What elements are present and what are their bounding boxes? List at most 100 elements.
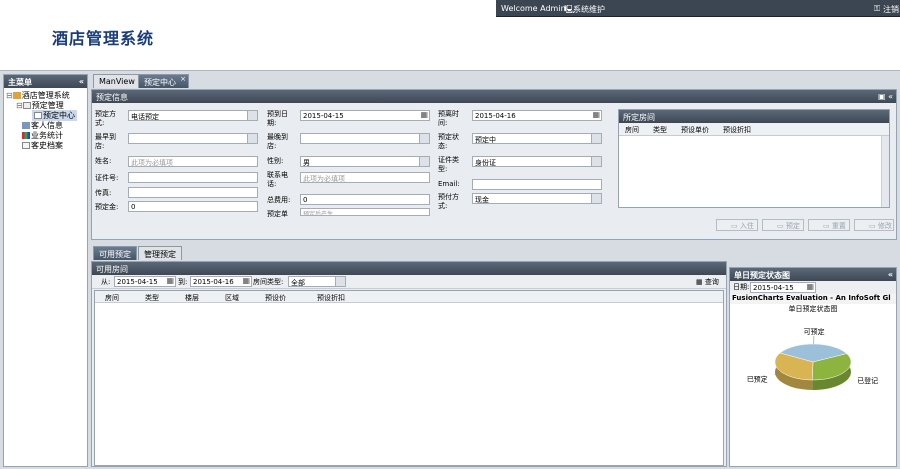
reset-button[interactable]: ▭ 重置 (808, 219, 850, 231)
booked-rooms-header: 房间 类型 预设单价 预设折扣 (619, 123, 889, 136)
sidebar-header: 主菜单 « (4, 75, 87, 88)
label-leave: 预离时间: (438, 110, 459, 127)
booking-panel: 预定信息 ▣ « 预定方式: 电话预定 最早到店: 姓名: 此项为必填项 证件号… (91, 89, 897, 240)
label-email: Email: (438, 180, 460, 188)
label-room-type: 房间类型: (253, 278, 284, 286)
book-icon: ▭ (777, 222, 784, 230)
col-type: 类型 (145, 294, 159, 302)
label-from: 从: (101, 278, 111, 286)
paymethod-select[interactable]: 现金 (472, 193, 602, 204)
top-bar: Welcome Admin 🖳 系统维护 ⚿ 注销 (496, 0, 900, 17)
tree-node-history[interactable]: 客史档案 (22, 140, 63, 151)
label-contact: 联系电话: (267, 171, 288, 188)
room-type-select[interactable]: 全部 (288, 276, 346, 287)
idtype-select[interactable]: 身份证 (472, 156, 602, 167)
edit-button[interactable]: ▭ 修改 (854, 219, 894, 231)
edit-icon: ▭ (869, 222, 876, 230)
welcome-text: Welcome Admin (501, 4, 566, 13)
query-button[interactable]: ▦ 查询 (696, 278, 719, 287)
col-preset-price: 预设价 (265, 294, 286, 302)
home-icon (12, 92, 21, 99)
label-latest: 最晚到店: (267, 133, 288, 150)
col-floor: 楼层 (185, 294, 199, 302)
checkin-icon: ▭ (731, 222, 738, 230)
booking-panel-header: 预定信息 ▣ « (92, 90, 896, 103)
collapse-icon[interactable]: « (888, 270, 893, 279)
label-fax: 传真: (95, 189, 112, 197)
scrollbar[interactable] (881, 136, 889, 207)
panel-tools-icon[interactable]: ▣ « (878, 92, 893, 101)
label-idno: 证件号: (95, 174, 119, 182)
page-icon (34, 112, 42, 119)
idno-input[interactable] (128, 172, 258, 183)
app-title: 酒店管理系统 (52, 29, 155, 48)
col-room: 房间 (105, 294, 119, 302)
daily-status-title: 单日预定状态图 (734, 271, 790, 280)
deposit-input[interactable]: 0 (128, 201, 258, 212)
available-rooms-grid: 房间 类型 楼层 区域 预设价 预设折扣 (94, 290, 724, 466)
tab-manview[interactable]: ManView (93, 74, 141, 88)
booked-rooms-grid: 所定房间 房间 类型 预设单价 预设折扣 (618, 109, 890, 208)
sidebar: 主菜单 « ⊟ 酒店管理系统 ⊟ 预定管理 预定中心 客人信息 业务统计 客史档案 (3, 74, 88, 467)
pie-label: 已登记 (857, 376, 878, 385)
col-price: 预设单价 (681, 126, 709, 134)
email-input[interactable] (472, 179, 602, 190)
tab-booking-center[interactable]: 预定中心 × (138, 74, 189, 88)
leave-date-input[interactable]: 2015-04-16 (472, 110, 602, 121)
col-area: 区域 (225, 294, 239, 302)
latest-select[interactable] (300, 133, 430, 144)
label-deposit: 预定金: (95, 203, 119, 211)
daily-status-panel: 单日预定状态图 « 日期: 2015-04-15 FusionCharts Ev… (729, 267, 897, 467)
checkin-button[interactable]: ▭ 入住 (716, 219, 758, 231)
close-icon[interactable]: × (180, 75, 186, 83)
date-toolbar: 日期: 2015-04-15 (730, 281, 896, 294)
folder-icon (22, 102, 31, 109)
col-type: 类型 (653, 126, 667, 134)
method-select[interactable]: 电话预定 (128, 110, 258, 121)
status-date-input[interactable]: 2015-04-15 (750, 282, 816, 293)
fax-input[interactable] (128, 187, 258, 198)
tab-available[interactable]: 可用预定 (93, 246, 137, 260)
to-date-input[interactable]: 2015-04-16 (190, 276, 252, 287)
from-date-input[interactable]: 2015-04-15 (114, 276, 176, 287)
available-rooms-header: 房间 类型 楼层 区域 预设价 预设折扣 (95, 291, 723, 303)
label-name: 姓名: (95, 157, 112, 165)
evaluation-banner: FusionCharts Evaluation - An InfoSoft Gl (730, 294, 896, 304)
label-paymethod: 预付方式: (438, 193, 459, 210)
book-button[interactable]: ▭ 预定 (762, 219, 804, 231)
earliest-select[interactable] (128, 133, 258, 144)
label-date: 日期: (733, 283, 750, 291)
status-select[interactable]: 预定中 (472, 133, 602, 144)
sidebar-title: 主菜单 (8, 78, 32, 87)
arrive-date-input[interactable]: 2015-04-15 (300, 110, 430, 121)
total-input[interactable]: 0 (300, 194, 430, 205)
query-icon: ▦ (696, 278, 703, 286)
collapse-icon[interactable]: « (79, 77, 84, 86)
label-total: 总费用: (267, 196, 291, 204)
orderno-input[interactable]: 预定后产生 (300, 208, 430, 216)
contact-input[interactable]: 此项为必填项 (300, 172, 430, 183)
label-to: 到: (178, 278, 188, 286)
name-input[interactable]: 此项为必填项 (128, 156, 258, 167)
booking-panel-title: 预定信息 (96, 93, 128, 102)
pie-label: 可预定 (804, 327, 825, 336)
tab-manage[interactable]: 管理预定 (138, 246, 182, 260)
archive-icon (22, 142, 30, 149)
col-discount: 预设折扣 (723, 126, 751, 134)
chart-icon (22, 132, 30, 139)
daily-status-header: 单日预定状态图 « (730, 268, 896, 281)
chart-title: 单日预定状态图 (788, 305, 838, 313)
label-method: 预定方式: (95, 110, 116, 127)
gender-select[interactable]: 男 (300, 156, 430, 167)
filter-toolbar: 从: 2015-04-15 到: 2015-04-16 房间类型: 全部 ▦ 查… (92, 275, 726, 289)
system-maintenance-link[interactable]: 系统维护 (573, 4, 605, 15)
logout-icon: ⚿ (874, 4, 881, 13)
logout-link[interactable]: 注销 (883, 4, 899, 15)
label-earliest: 最早到店: (95, 133, 116, 150)
label-idtype: 证件类型: (438, 156, 459, 173)
available-rooms-title: 可用房间 (92, 262, 726, 275)
label-status: 预定状态: (438, 133, 459, 150)
main-area: 主菜单 « ⊟ 酒店管理系统 ⊟ 预定管理 预定中心 客人信息 业务统计 客史档案 … (0, 70, 900, 469)
col-preset-discount: 预设折扣 (317, 294, 345, 302)
pie-label: 已预定 (747, 375, 768, 384)
